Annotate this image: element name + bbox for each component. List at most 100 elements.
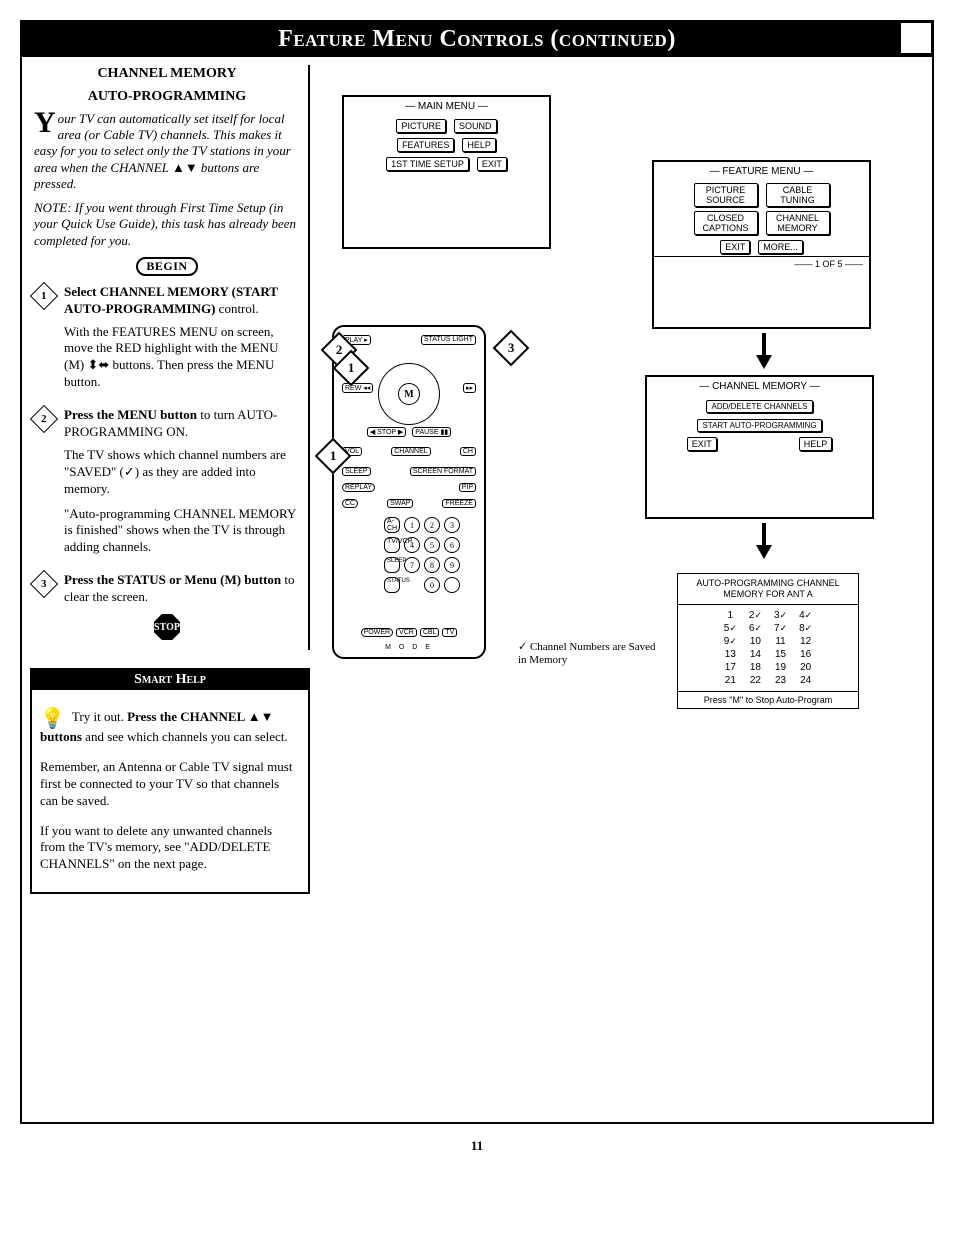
remote-button[interactable]: A-CH bbox=[384, 517, 400, 533]
feature-menu-panel: — FEATURE MENU — PICTURE SOURCE CABLE TU… bbox=[652, 160, 871, 329]
remote-key[interactable]: 6 bbox=[444, 537, 460, 553]
smart-help-title: Smart Help bbox=[32, 670, 308, 690]
remote-key[interactable]: 7 bbox=[404, 557, 420, 573]
smart-p3: If you want to delete any unwanted chann… bbox=[40, 823, 300, 874]
menu-button[interactable]: MORE... bbox=[758, 240, 803, 254]
remote-button[interactable]: STATUS LIGHT bbox=[421, 335, 476, 345]
remote-button[interactable]: SCREEN FORMAT bbox=[410, 467, 476, 476]
step1-para: With the FEATURES MENU on screen, move t… bbox=[64, 324, 300, 392]
menu-button[interactable]: EXIT bbox=[477, 157, 507, 171]
channel-cell: 14 bbox=[743, 648, 768, 661]
channel-cell: 22 bbox=[743, 674, 768, 687]
remote-button[interactable]: REPLAY bbox=[342, 483, 375, 492]
menu-button[interactable]: 1ST TIME SETUP bbox=[386, 157, 469, 171]
channel-cell: 13 bbox=[718, 648, 743, 661]
remote-key[interactable]: 1 bbox=[404, 517, 420, 533]
remote-button[interactable]: SWAP bbox=[387, 499, 413, 508]
main-menu-title: — MAIN MENU — bbox=[344, 101, 549, 112]
remote-button[interactable]: STATUS bbox=[384, 577, 400, 593]
channel-cell: 20 bbox=[793, 661, 818, 674]
table-footer: Press "M" to Stop Auto-Program bbox=[678, 691, 858, 708]
channel-cell: 15 bbox=[768, 648, 793, 661]
menu-button[interactable]: START AUTO-PROGRAMMING bbox=[697, 419, 821, 432]
power-button[interactable]: POWER bbox=[361, 628, 393, 637]
lightbulb-icon: 💡 bbox=[40, 709, 65, 729]
remote-button[interactable]: REW ◂◂ bbox=[342, 383, 373, 393]
menu-dpad[interactable] bbox=[378, 363, 440, 425]
step-1: 1 Select CHANNEL MEMORY (START AUTO-PROG… bbox=[34, 284, 300, 399]
menu-button[interactable]: SOUND bbox=[454, 119, 497, 133]
menu-button[interactable]: EXIT bbox=[720, 240, 750, 254]
remote-button[interactable]: PAUSE ▮▮ bbox=[412, 427, 451, 437]
mode-button[interactable]: TV bbox=[442, 628, 457, 637]
mode-button[interactable]: VCR bbox=[396, 628, 417, 637]
begin-badge: BEGIN bbox=[34, 257, 300, 276]
smart-p1: 💡 Try it out. Press the CHANNEL ▲▼ butto… bbox=[40, 709, 300, 746]
channel-cell: 21 bbox=[718, 674, 743, 687]
table-title: AUTO-PROGRAMMING CHANNEL MEMORY FOR ANT … bbox=[678, 574, 858, 605]
step-number-icon: 2 bbox=[30, 405, 58, 433]
page-frame: Feature Menu Controls (continued) CHANNE… bbox=[20, 20, 934, 1124]
channel-cell: 23 bbox=[768, 674, 793, 687]
menu-button[interactable]: FEATURES bbox=[397, 138, 454, 152]
remote-button[interactable]: FREEZE bbox=[442, 499, 476, 508]
channel-cell: 4 bbox=[793, 609, 818, 622]
menu-button[interactable]: CLOSED CAPTIONS bbox=[694, 211, 758, 235]
mode-label: M O D E bbox=[334, 644, 484, 651]
channel-cell: 5 bbox=[718, 622, 743, 635]
step-2: 2 Press the MENU button to turn AUTO-PRO… bbox=[34, 407, 300, 564]
remote-key[interactable]: 8 bbox=[424, 557, 440, 573]
step2-para2: "Auto-programming CHANNEL MEMORY is fini… bbox=[64, 506, 300, 557]
remote-key[interactable]: 0 bbox=[424, 577, 440, 593]
main-menu-panel: — MAIN MENU — PICTURE SOUND FEATURES HEL… bbox=[342, 95, 551, 249]
channel-cell: 24 bbox=[793, 674, 818, 687]
channel-cell: 1 bbox=[718, 609, 743, 622]
channel-grid: 123456789101112131415161718192021222324 bbox=[718, 609, 818, 687]
remote-button[interactable]: TV/VCR bbox=[384, 537, 400, 553]
step2-bold: Press the MENU button bbox=[64, 407, 197, 422]
menu-button[interactable]: HELP bbox=[462, 138, 496, 152]
remote-button[interactable]: ◀ STOP ▶ bbox=[367, 427, 406, 437]
step-3: 3 Press the STATUS or Menu (M) button to… bbox=[34, 572, 300, 606]
remote-key[interactable]: 3 bbox=[444, 517, 460, 533]
menu-button[interactable]: PICTURE SOURCE bbox=[694, 183, 758, 207]
stop-badge: STOP bbox=[34, 614, 300, 640]
auto-program-table: AUTO-PROGRAMMING CHANNEL MEMORY FOR ANT … bbox=[677, 573, 859, 709]
remote-button[interactable]: SLEEP bbox=[384, 557, 400, 573]
channel-cell: 16 bbox=[793, 648, 818, 661]
channel-cell: 8 bbox=[793, 622, 818, 635]
remote-button[interactable]: CHANNEL bbox=[391, 447, 430, 456]
channel-cell: 10 bbox=[743, 635, 768, 648]
intro-text: Y our TV can automatically set itself fo… bbox=[34, 111, 300, 192]
feature-menu-pager: —— 1 OF 5 —— bbox=[654, 256, 869, 271]
remote-button[interactable]: ▸▸ bbox=[463, 383, 476, 393]
menu-button[interactable]: EXIT bbox=[687, 437, 717, 451]
channel-cell: 12 bbox=[793, 635, 818, 648]
remote-key[interactable]: 2 bbox=[424, 517, 440, 533]
remote-button[interactable]: CC bbox=[342, 499, 358, 508]
remote-key[interactable] bbox=[444, 577, 460, 593]
intro-rest: our TV can automatically set itself for … bbox=[34, 111, 291, 191]
remote-keypad: A-CH 1 2 3 TV/VCR 4 5 6 SLEEP 7 8 9 STAT… bbox=[384, 517, 460, 593]
section-heading-1: CHANNEL MEMORY bbox=[38, 65, 296, 84]
remote-key[interactable]: 5 bbox=[424, 537, 440, 553]
remote-button[interactable]: PIP bbox=[459, 483, 476, 492]
corner-square bbox=[898, 20, 934, 56]
menu-button[interactable]: PICTURE bbox=[396, 119, 446, 133]
remote-key[interactable]: 4 bbox=[404, 537, 420, 553]
note-text: NOTE: If you went through First Time Set… bbox=[34, 200, 300, 249]
remote-button[interactable]: CH bbox=[460, 447, 476, 456]
menu-button[interactable]: CABLE TUNING bbox=[766, 183, 830, 207]
arrow-down-icon bbox=[756, 355, 772, 369]
step1-tail: control. bbox=[215, 301, 258, 316]
channel-saved-note: ✓ Channel Numbers are Saved in Memory bbox=[518, 641, 658, 667]
mode-button[interactable]: CBL bbox=[420, 628, 440, 637]
step-number-icon: 3 bbox=[30, 570, 58, 598]
remote-key[interactable]: 9 bbox=[444, 557, 460, 573]
menu-button[interactable]: HELP bbox=[799, 437, 833, 451]
remote-button[interactable]: SLEEP bbox=[342, 467, 371, 476]
menu-button[interactable]: CHANNEL MEMORY bbox=[766, 211, 830, 235]
page-title: Feature Menu Controls (continued) bbox=[22, 22, 932, 57]
diagram-area: — MAIN MENU — PICTURE SOUND FEATURES HEL… bbox=[322, 65, 924, 894]
menu-button[interactable]: ADD/DELETE CHANNELS bbox=[706, 400, 812, 413]
